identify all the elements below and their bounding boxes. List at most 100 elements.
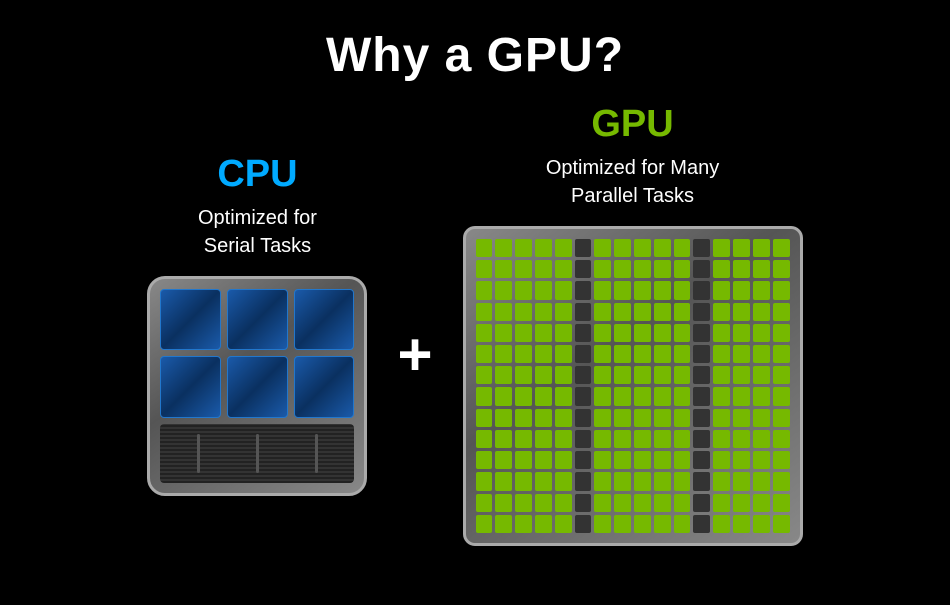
gpu-core [555, 430, 572, 448]
gpu-core [654, 515, 671, 533]
gpu-core [515, 260, 532, 278]
gpu-core [713, 324, 730, 342]
gpu-core [713, 260, 730, 278]
gpu-core [733, 430, 750, 448]
gpu-core [654, 260, 671, 278]
gpu-core [515, 239, 532, 257]
gpu-core [733, 239, 750, 257]
gpu-core [495, 303, 512, 321]
gpu-core [753, 303, 770, 321]
gpu-core [495, 324, 512, 342]
gpu-core [476, 281, 493, 299]
cpu-description: Optimized for Serial Tasks [198, 204, 317, 260]
gpu-core [614, 409, 631, 427]
gpu-core [634, 430, 651, 448]
gpu-core [733, 281, 750, 299]
gpu-core [575, 324, 592, 342]
gpu-core [634, 494, 651, 512]
gpu-core [535, 260, 552, 278]
gpu-core [674, 281, 691, 299]
gpu-core [773, 366, 790, 384]
gpu-core [693, 515, 710, 533]
gpu-core [575, 451, 592, 469]
gpu-core [535, 451, 552, 469]
gpu-core [594, 472, 611, 490]
cpu-cores [160, 289, 354, 418]
gpu-core [753, 366, 770, 384]
gpu-core [515, 366, 532, 384]
gpu-core [733, 451, 750, 469]
gpu-core [693, 472, 710, 490]
gpu-core [594, 260, 611, 278]
gpu-core [693, 239, 710, 257]
gpu-core [674, 451, 691, 469]
gpu-core [555, 324, 572, 342]
cpu-chip-diagram [147, 276, 367, 496]
gpu-core [693, 409, 710, 427]
gpu-core [594, 324, 611, 342]
gpu-core [674, 515, 691, 533]
gpu-core [555, 260, 572, 278]
gpu-core [733, 494, 750, 512]
gpu-core [674, 366, 691, 384]
gpu-core [773, 409, 790, 427]
gpu-core [495, 515, 512, 533]
gpu-core [495, 472, 512, 490]
gpu-core [614, 345, 631, 363]
gpu-core [753, 472, 770, 490]
gpu-core [535, 345, 552, 363]
gpu-core [515, 387, 532, 405]
cpu-core-6 [294, 356, 355, 417]
gpu-core [654, 430, 671, 448]
gpu-core [476, 345, 493, 363]
gpu-core [495, 451, 512, 469]
gpu-chip-diagram [463, 226, 803, 546]
gpu-core [575, 409, 592, 427]
cpu-cache-bar-1 [197, 434, 200, 473]
gpu-core [654, 494, 671, 512]
gpu-core [594, 239, 611, 257]
gpu-core [713, 303, 730, 321]
gpu-core [495, 409, 512, 427]
gpu-core [634, 345, 651, 363]
gpu-core [753, 281, 770, 299]
gpu-core [654, 239, 671, 257]
gpu-core [535, 430, 552, 448]
gpu-core [555, 515, 572, 533]
gpu-core [495, 239, 512, 257]
gpu-core [555, 387, 572, 405]
gpu-core [733, 515, 750, 533]
gpu-core [634, 409, 651, 427]
gpu-core [634, 260, 651, 278]
gpu-core [575, 281, 592, 299]
gpu-core [476, 515, 493, 533]
gpu-core [773, 451, 790, 469]
gpu-core [753, 515, 770, 533]
gpu-core [594, 494, 611, 512]
gpu-core [634, 451, 651, 469]
gpu-core [654, 472, 671, 490]
gpu-core [614, 387, 631, 405]
gpu-core [614, 472, 631, 490]
gpu-core [634, 281, 651, 299]
cpu-core-4 [160, 356, 221, 417]
gpu-core [555, 239, 572, 257]
gpu-core [535, 472, 552, 490]
gpu-core [575, 515, 592, 533]
gpu-core [693, 451, 710, 469]
gpu-label: GPU [591, 103, 673, 146]
gpu-core [753, 260, 770, 278]
gpu-core [733, 387, 750, 405]
gpu-core [535, 387, 552, 405]
gpu-core [753, 324, 770, 342]
gpu-core [476, 324, 493, 342]
gpu-core [495, 281, 512, 299]
gpu-core [575, 472, 592, 490]
gpu-core [654, 281, 671, 299]
gpu-core [515, 451, 532, 469]
gpu-core [693, 387, 710, 405]
gpu-core [773, 239, 790, 257]
gpu-core [773, 472, 790, 490]
gpu-core [693, 303, 710, 321]
gpu-core [476, 303, 493, 321]
